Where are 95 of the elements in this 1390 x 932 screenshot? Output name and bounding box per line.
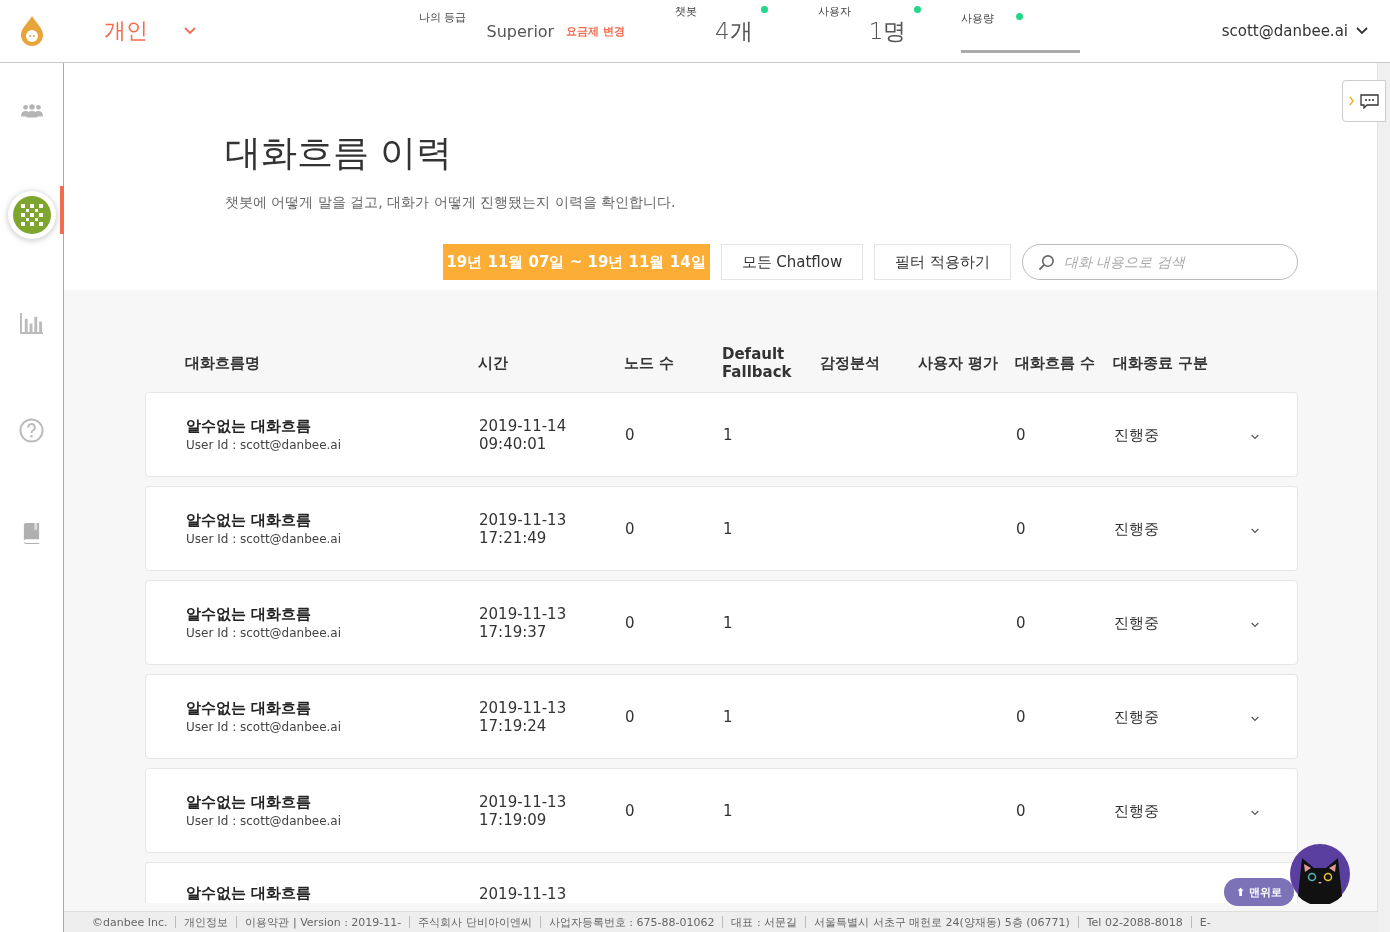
user-id: User Id : scott@danbee.ai: [186, 814, 343, 828]
table-cell: 0: [1016, 614, 1026, 632]
status-dot: [760, 5, 768, 13]
column-header: 노드 수: [624, 353, 676, 373]
stat-value: 4개: [715, 16, 753, 46]
table-cell: 0: [1016, 426, 1026, 444]
table-cell: 진행중: [1114, 425, 1159, 444]
footer-text: 서울특별시 서초구 매헌로 24(양재동) 5층 (06771): [814, 914, 1070, 930]
column-header: 사용자 평가: [918, 353, 1000, 373]
footer-text: 주식회사 단비아이엔씨: [418, 914, 532, 930]
table-cell: 0: [1016, 708, 1026, 726]
table-cell: 0: [625, 520, 635, 538]
flow-name: 알수없는 대화흐름: [186, 417, 313, 436]
time-cell-text: 09:40:01: [479, 434, 548, 453]
chatflow-filter-button[interactable]: 모든 Chatflow: [720, 244, 864, 280]
table-cell: 진행중: [1114, 613, 1159, 632]
flow-name: 알수없는 대화흐름: [186, 699, 313, 718]
flow-name: 알수없는 대화흐름: [186, 793, 313, 812]
date-cell-text: 2019-11-13: [479, 792, 568, 811]
pattern-avatar-icon[interactable]: [7, 191, 56, 239]
table-cell: 1: [723, 802, 733, 820]
column-header: 대화종료 구분: [1113, 353, 1210, 373]
chat-bubble-icon: [1360, 93, 1379, 109]
footer-text: 이용약관 | Version : 2019-11-: [245, 914, 402, 930]
page-title: 대화흐름 이력: [225, 131, 454, 175]
table-cell: 0: [625, 614, 635, 632]
table-cell: 진행중: [1114, 519, 1159, 538]
status-dot: [914, 5, 922, 13]
chevron-down-icon: [1356, 27, 1368, 35]
time-cell-text: 17:19:09: [479, 810, 548, 829]
footer-text: Tel 02-2088-8018: [1086, 915, 1183, 929]
search-icon: [1038, 254, 1055, 271]
date-cell-text: 2019-11-13: [479, 604, 568, 623]
account-menu[interactable]: scott@danbee.ai: [1221, 22, 1368, 40]
time-cell-text: 17:19:24: [479, 716, 548, 735]
table-row[interactable]: 알수없는 대화흐름 User Id : scott@danbee.ai 2019-11-14 09:40:01 0 1 0 진행중: [145, 392, 1298, 477]
date-cell-text: 2019-11-13: [479, 885, 568, 903]
apply-filter-button[interactable]: 필터 적용하기: [874, 244, 1011, 280]
chevron-right-icon: [1349, 96, 1354, 106]
flow-name: 알수없는 대화흐름: [186, 884, 313, 903]
expand-chevron-icon[interactable]: [1251, 528, 1259, 534]
chevron-down-icon: [184, 27, 196, 35]
plan-value: Superior: [486, 21, 555, 41]
table-cell: 진행중: [1114, 707, 1159, 726]
plan-label: 나의 등급: [419, 9, 467, 25]
table-row[interactable]: 알수없는 대화흐름 User Id : scott@danbee.ai 2019-11-13 17:21:49 0 1 0 진행중: [145, 486, 1298, 571]
column-header: 시간: [478, 353, 509, 373]
expand-chevron-icon[interactable]: [1251, 716, 1259, 722]
column-header: 대화흐름명: [185, 353, 261, 373]
table-cell: 1: [723, 426, 733, 444]
date-cell-text: 2019-11-14: [479, 416, 568, 435]
table-cell: 1: [723, 520, 733, 538]
time-cell-text: 17:19:37: [479, 622, 548, 641]
user-id: User Id : scott@danbee.ai: [186, 438, 343, 452]
table-cell: 진행중: [1114, 801, 1159, 820]
footer-text: 대표 : 서문길: [731, 914, 798, 930]
footer-text: 사업자등록번호 : 675-88-01062: [548, 914, 715, 930]
stat-label: 사용자: [817, 3, 851, 19]
scrollbar-track[interactable]: [1377, 63, 1390, 932]
footer-text: E-: [1199, 915, 1211, 929]
column-header: 대화흐름 수: [1015, 353, 1097, 373]
page-description: 챗봇에 어떻게 말을 걸고, 대화가 어떻게 진행됐는지 이력을 확인합니다.: [225, 194, 677, 212]
stat-label: 챗봇: [675, 3, 698, 19]
user-id: User Id : scott@danbee.ai: [186, 532, 343, 546]
expand-chevron-icon[interactable]: [1251, 622, 1259, 628]
footer-text: 개인정보: [184, 914, 229, 930]
user-id: User Id : scott@danbee.ai: [186, 626, 343, 640]
table-cell: 0: [625, 802, 635, 820]
flow-name: 알수없는 대화흐름: [186, 511, 313, 530]
table-cell: 0: [625, 426, 635, 444]
table-cell: 1: [723, 708, 733, 726]
stat-value: 1명: [868, 16, 907, 46]
expand-chevron-icon[interactable]: [1251, 810, 1259, 816]
search-field[interactable]: 대화 내용으로 검색: [1022, 244, 1298, 280]
user-id: User Id : scott@danbee.ai: [186, 720, 343, 734]
table-cell: 0: [1016, 520, 1026, 538]
table-cell: 1: [723, 614, 733, 632]
status-dot: [1016, 13, 1024, 20]
date-cell-text: 2019-11-13: [479, 510, 568, 529]
cat-avatar-icon[interactable]: [1290, 844, 1350, 904]
date-cell-text: 2019-11-13: [479, 698, 568, 717]
table-row[interactable]: 알수없는 대화흐름 User Id : scott@danbee.ai 2019-11-13 17:19:37 0 1 0 진행중: [145, 580, 1298, 665]
table-cell: 0: [625, 708, 635, 726]
footer-text: ©danbee Inc.: [92, 915, 168, 929]
table-row[interactable]: 알수없는 대화흐름 User Id : scott@danbee.ai 2019-11-13 17:19:09 0 1 0 진행중: [145, 768, 1298, 853]
time-cell-text: 17:21:49: [479, 528, 548, 547]
stat-label: 사용량: [961, 11, 995, 26]
chat-panel-toggle[interactable]: [1342, 80, 1386, 122]
flow-name: 알수없는 대화흐름: [186, 605, 313, 624]
table-cell: 0: [1016, 802, 1026, 820]
table-row[interactable]: 알수없는 대화흐름 User Id : scott@danbee.ai 2019-11-13 17:19:24 0 1 0 진행중: [145, 674, 1298, 759]
expand-chevron-icon[interactable]: [1251, 434, 1259, 440]
scroll-top-button[interactable]: ⬆ 맨위로: [1224, 878, 1295, 906]
column-header: Default Fallback: [722, 345, 793, 381]
column-header: 감정분석: [820, 353, 881, 373]
